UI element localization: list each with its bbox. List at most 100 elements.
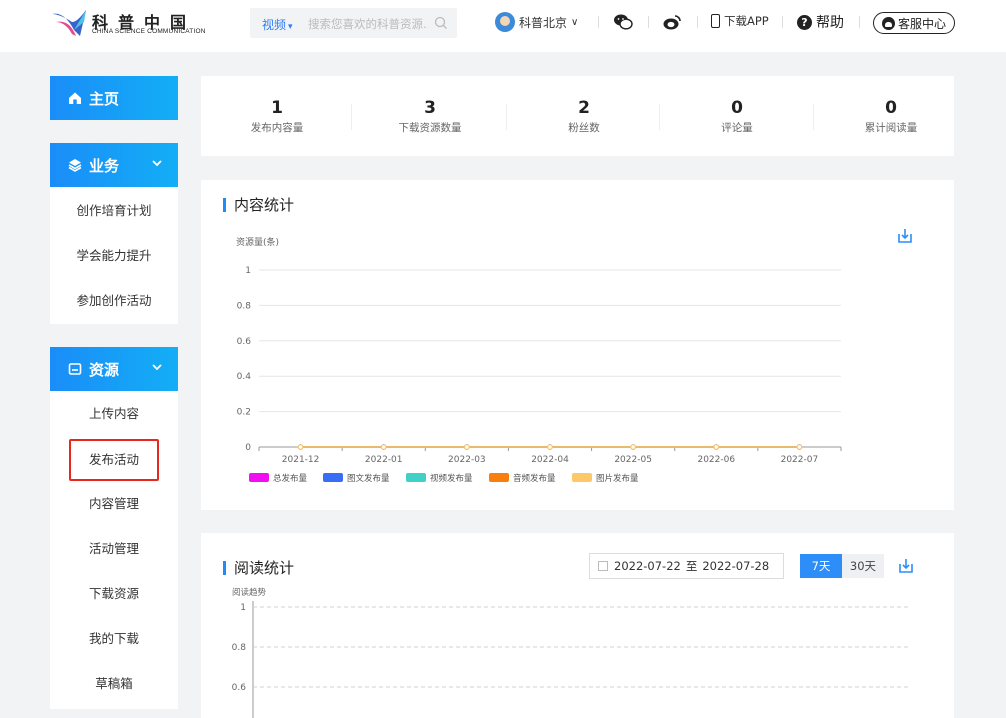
data-point — [297, 444, 304, 450]
sidebar-item-upload[interactable]: 上传内容 — [50, 392, 178, 436]
stat-reads: 0 累计阅读量 — [816, 76, 966, 156]
sidebar-item-join-activity[interactable]: 参加创作活动 — [50, 279, 178, 323]
search-box[interactable]: 视频 ▾ 搜索您喜欢的科普资源... — [250, 8, 457, 38]
legend-label: 音频发布量 — [513, 473, 556, 484]
x-tick-label: 2022-04 — [531, 455, 569, 465]
stats-card: 1 发布内容量 3 下载资源数量 2 粉丝数 0 评论量 0 累计阅读量 — [201, 76, 954, 156]
data-point — [381, 444, 387, 450]
user-menu[interactable]: 科普北京 ∨ — [495, 10, 578, 34]
data-point — [547, 444, 553, 450]
stat-value: 1 — [271, 98, 283, 118]
sidebar-item-content-manage[interactable]: 内容管理 — [50, 482, 178, 526]
stat-divider — [506, 104, 507, 130]
home-icon — [69, 92, 81, 104]
search-input[interactable]: 搜索您喜欢的科普资源... — [308, 16, 428, 32]
legend-swatch — [489, 473, 509, 482]
site-logo[interactable]: 科普中国 CHINA SCIENCE COMMUNICATION — [50, 8, 230, 40]
stat-fans: 2 粉丝数 — [509, 76, 659, 156]
y-tick-label: 0.6 — [232, 683, 247, 693]
y-tick-label: 0.8 — [237, 301, 252, 311]
help-link[interactable]: ? 帮助 — [797, 12, 844, 32]
customer-service-button[interactable]: 客服中心 — [873, 12, 955, 34]
stat-published: 1 发布内容量 — [202, 76, 352, 156]
x-tick-label: 2021-12 — [282, 455, 320, 465]
chevron-down-icon — [152, 364, 162, 371]
download-app-link[interactable]: 下载APP — [711, 13, 769, 29]
x-tick-label: 2022-05 — [614, 455, 652, 465]
header-divider — [782, 16, 783, 28]
x-tick-label: 2022-07 — [781, 455, 819, 465]
user-name: 科普北京 — [519, 15, 568, 30]
sidebar-resources-label: 资源 — [89, 360, 120, 379]
reading-stats-panel: 阅读统计 2022-07-22 至 2022-07-28 7天 30天 阅读趋势… — [201, 533, 954, 718]
legend-swatch — [323, 473, 343, 482]
chevron-down-icon — [152, 160, 162, 167]
sidebar-business-label: 业务 — [89, 156, 120, 175]
sidebar-item-activity-manage[interactable]: 活动管理 — [50, 527, 178, 571]
stat-value: 0 — [731, 98, 743, 118]
logo-text-en: CHINA SCIENCE COMMUNICATION — [92, 28, 206, 35]
legend-label: 图片发布量 — [596, 473, 639, 484]
weibo-icon[interactable] — [662, 13, 682, 31]
y-tick-label: 0.2 — [237, 408, 251, 418]
top-header: 科普中国 CHINA SCIENCE COMMUNICATION 视频 ▾ 搜索您… — [0, 0, 1006, 52]
sidebar-home-label: 主页 — [89, 89, 120, 108]
header-divider — [598, 16, 599, 28]
inbox-icon — [68, 363, 82, 375]
stat-comments: 0 评论量 — [662, 76, 812, 156]
content-stats-panel: 内容统计 资源量(条) 1 0.8 0.6 0.4 0.2 0 2021-12 2022-01 2… — [201, 180, 954, 510]
stat-label: 下载资源数量 — [398, 122, 462, 134]
y-tick-label: 0 — [245, 443, 251, 453]
y-tick-label: 1 — [240, 603, 246, 613]
help-icon: ? — [797, 14, 812, 30]
stat-label: 累计阅读量 — [864, 122, 918, 134]
sidebar-home[interactable]: 主页 — [50, 76, 178, 120]
legend-swatch — [572, 473, 592, 482]
x-tick-label: 2022-03 — [448, 455, 486, 465]
download-app-label: 下载APP — [724, 14, 769, 28]
wechat-icon[interactable] — [613, 13, 633, 31]
sidebar-item-download-resource[interactable]: 下载资源 — [50, 572, 178, 616]
data-point — [464, 444, 470, 450]
y-tick-label: 0.4 — [237, 372, 252, 382]
header-divider — [648, 16, 649, 28]
sidebar-item-my-downloads[interactable]: 我的下载 — [50, 617, 178, 661]
x-tick-label: 2022-01 — [365, 455, 403, 465]
sidebar-resources[interactable]: 资源 — [50, 347, 178, 391]
y-axis-label: 资源量(条) — [236, 236, 279, 248]
stat-divider — [659, 104, 660, 130]
data-point — [796, 444, 803, 450]
stat-label: 评论量 — [721, 122, 753, 134]
reading-line-chart: 阅读趋势 1 0.8 0.6 — [232, 587, 909, 718]
stat-label: 粉丝数 — [568, 122, 600, 134]
data-point — [713, 444, 719, 450]
avatar — [495, 12, 515, 32]
stat-divider — [351, 104, 352, 130]
legend-swatch — [406, 473, 426, 482]
search-category-select[interactable]: 视频 ▾ — [262, 16, 293, 33]
stat-label: 发布内容量 — [250, 122, 304, 134]
sidebar-item-publish-activity[interactable]: 发布活动 — [50, 437, 178, 481]
y-tick-label: 1 — [245, 266, 251, 276]
y-tick-label: 0.8 — [232, 643, 247, 653]
customer-service-label: 客服中心 — [897, 16, 946, 31]
sidebar-item-label: 发布活动 — [68, 439, 159, 481]
sidebar-item-ability[interactable]: 学会能力提升 — [50, 234, 178, 278]
sidebar-business[interactable]: 业务 — [50, 143, 178, 187]
search-icon[interactable] — [434, 16, 448, 30]
legend-label: 总发布量 — [273, 473, 308, 484]
logo-icon — [52, 10, 86, 36]
data-point — [630, 444, 636, 450]
stat-value: 0 — [885, 98, 897, 118]
x-tick-label: 2022-06 — [697, 455, 735, 465]
sidebar-item-drafts[interactable]: 草稿箱 — [50, 662, 178, 706]
y-tick-label: 0.6 — [237, 337, 252, 347]
legend-label: 图文发布量 — [347, 473, 390, 484]
header-divider — [859, 16, 860, 28]
stat-value: 2 — [578, 98, 590, 118]
stat-value: 3 — [424, 98, 436, 118]
sidebar-item-creation-plan[interactable]: 创作培育计划 — [50, 189, 178, 233]
help-label: 帮助 — [816, 15, 844, 31]
search-category-label: 视频 — [262, 18, 287, 32]
phone-icon — [711, 14, 720, 28]
